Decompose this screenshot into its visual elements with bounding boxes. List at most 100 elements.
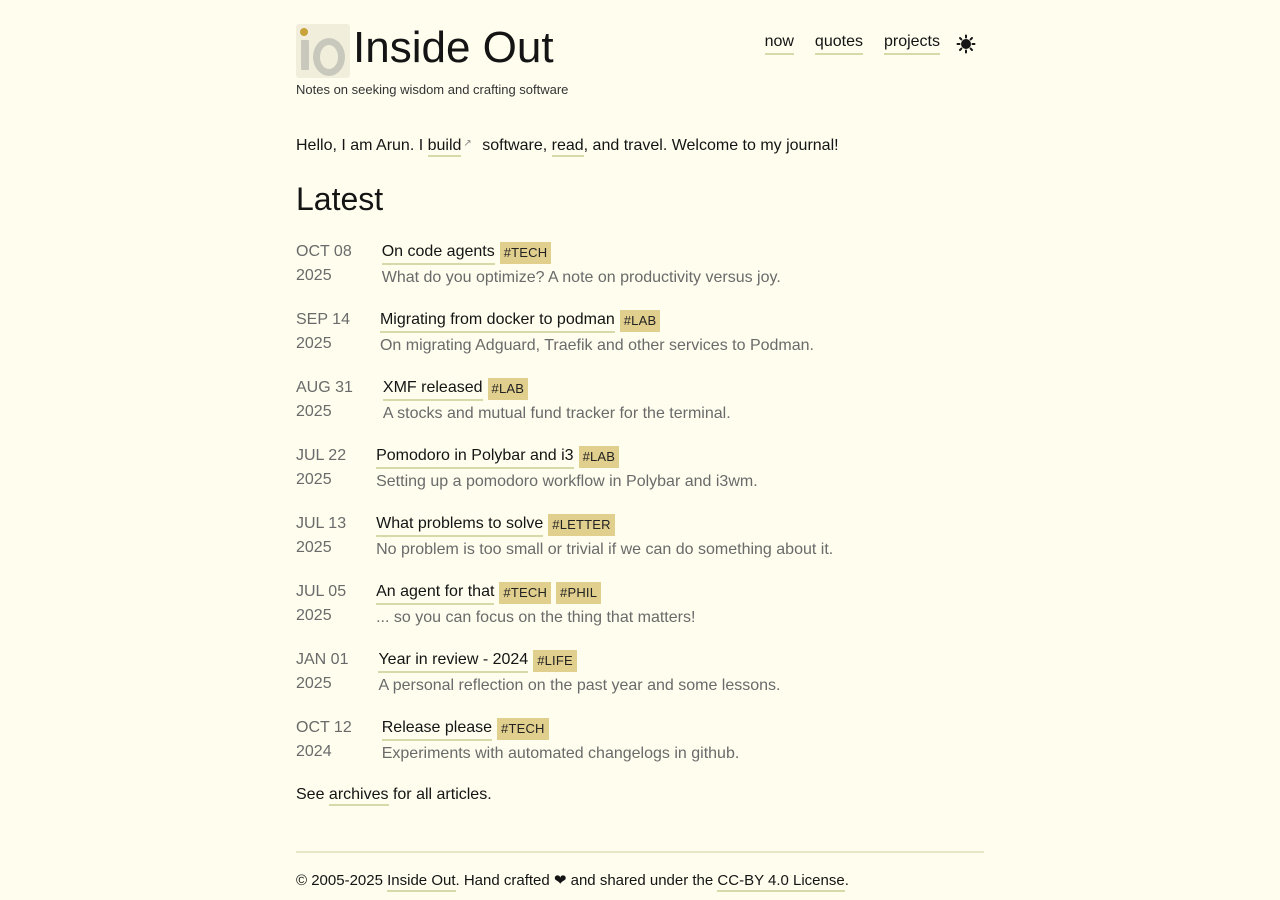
post-title-link[interactable]: Migrating from docker to podman: [379, 310, 615, 333]
post-tag[interactable]: #PHIL: [556, 582, 602, 604]
logo-letter-o: [313, 38, 345, 76]
logo-letter-i: [301, 40, 309, 70]
archives-line: See archives for all articles.: [296, 785, 492, 806]
post-item: JUL 05 2025 An agent for that #TECH #PHIL...…: [296, 580, 984, 648]
post-title-link[interactable]: XMF released: [382, 378, 483, 401]
post-tag[interactable]: #TECH: [497, 718, 549, 740]
post-date-month-day: JUL 22: [296, 447, 347, 464]
post-date-year: 2025: [296, 607, 332, 624]
archives-prefix: See: [296, 786, 329, 803]
site-title[interactable]: Inside Out: [353, 22, 554, 74]
footer-middle-text: . Hand crafted ❤ and shared under the: [455, 872, 718, 889]
post-item: JAN 01 2025 Year in review - 2024 #LIFE A pe…: [296, 648, 984, 716]
post-date: OCT 08 2025: [296, 240, 352, 308]
post-date-year: 2025: [296, 403, 332, 420]
post-tag[interactable]: #TECH: [499, 242, 552, 264]
post-description: ... so you can focus on the thing that m…: [376, 609, 696, 626]
post-title-link[interactable]: What problems to solve: [376, 514, 544, 537]
post-tag[interactable]: #LETTER: [548, 514, 615, 536]
post-item: JUL 22 2025 Pomodoro in Polybar and i3 #LAB…: [296, 444, 984, 512]
post-date-month-day: JUL 05: [296, 583, 347, 600]
post-body: XMF released #LAB A stocks and mutual fund…: [382, 376, 731, 444]
intro-suffix: , and travel. Welcome to my journal!: [583, 137, 839, 154]
post-date: JUL 13 2025: [296, 512, 346, 580]
post-title-row: On code agents #TECH: [381, 240, 781, 266]
build-link[interactable]: build: [427, 137, 462, 157]
post-body: An agent for that #TECH #PHIL ... so you ca…: [376, 580, 695, 648]
post-title-row: Year in review - 2024 #LIFE: [378, 648, 780, 674]
external-link-icon: ↗: [463, 138, 472, 149]
theme-toggle-button[interactable]: [956, 34, 976, 54]
post-tag[interactable]: #LAB: [487, 378, 529, 400]
post-title-link[interactable]: An agent for that: [376, 582, 495, 605]
post-title-row: XMF released #LAB: [382, 376, 731, 402]
intro-text: Hello, I am Arun. I build ↗ software, rea…: [296, 134, 839, 157]
post-description: A stocks and mutual fund tracker for the…: [382, 405, 731, 422]
logo-dot: [300, 28, 308, 36]
nav-link-quotes[interactable]: quotes: [814, 32, 863, 55]
post-title-row: Release please #TECH: [381, 716, 740, 742]
site-logo[interactable]: [296, 24, 350, 78]
post-title-link[interactable]: Release please: [381, 718, 493, 741]
post-date-month-day: OCT 12: [296, 719, 352, 736]
post-body: Release please #TECH Experiments with auto…: [381, 716, 740, 784]
post-date-year: 2025: [296, 335, 332, 352]
post-date-year: 2025: [296, 675, 332, 692]
post-title-row: What problems to solve #LETTER: [376, 512, 833, 538]
post-body: Year in review - 2024 #LIFE A personal ref…: [378, 648, 780, 716]
post-date-month-day: JUL 13: [296, 515, 347, 532]
footer-suffix: .: [844, 872, 849, 889]
sun-icon: [956, 34, 976, 53]
post-body: Migrating from docker to podman #LAB On mi…: [379, 308, 814, 376]
main-nav: now quotes projects: [764, 32, 976, 55]
post-item: AUG 31 2025 XMF released #LAB A stocks and m…: [296, 376, 984, 444]
footer-divider: [296, 851, 984, 853]
post-date-year: 2025: [296, 267, 332, 284]
post-title-row: Migrating from docker to podman #LAB: [379, 308, 814, 334]
archives-link[interactable]: archives: [328, 786, 389, 806]
footer-site-link[interactable]: Inside Out: [387, 872, 456, 892]
read-link[interactable]: read: [551, 137, 584, 157]
post-title-link[interactable]: Year in review - 2024: [378, 650, 529, 673]
post-title-link[interactable]: On code agents: [381, 242, 495, 265]
post-date: OCT 12 2024: [296, 716, 352, 784]
post-body: What problems to solve #LETTER No problem …: [376, 512, 833, 580]
post-description: What do you optimize? A note on producti…: [381, 269, 781, 286]
post-item: OCT 08 2025 On code agents #TECH What do you…: [296, 240, 984, 308]
post-tag[interactable]: #LIFE: [533, 650, 577, 672]
intro-prefix: Hello, I am Arun. I: [296, 137, 428, 154]
post-list: OCT 08 2025 On code agents #TECH What do you…: [296, 240, 984, 784]
post-body: On code agents #TECH What do you optimize?…: [381, 240, 781, 308]
post-item: JUL 13 2025 What problems to solve #LETTER N…: [296, 512, 984, 580]
post-description: On migrating Adguard, Traefik and other …: [379, 337, 814, 354]
post-date-year: 2025: [296, 471, 332, 488]
post-title-row: An agent for that #TECH #PHIL: [376, 580, 695, 606]
post-date-month-day: JAN 01: [296, 651, 349, 668]
post-description: Setting up a pomodoro workflow in Polyba…: [376, 473, 758, 490]
post-item: OCT 12 2024 Release please #TECH Experiments…: [296, 716, 984, 784]
post-title-link[interactable]: Pomodoro in Polybar and i3: [376, 446, 574, 469]
post-description: A personal reflection on the past year a…: [378, 677, 781, 694]
post-tag[interactable]: #LAB: [578, 446, 620, 468]
site-tagline: Notes on seeking wisdom and crafting sof…: [296, 82, 569, 97]
post-date: SEP 14 2025: [296, 308, 350, 376]
nav-link-now[interactable]: now: [764, 32, 794, 55]
post-date: JAN 01 2025: [296, 648, 348, 716]
site-header: Inside Out Notes on seeking wisdom and c…: [296, 22, 984, 100]
post-date: AUG 31 2025: [296, 376, 353, 444]
post-date-month-day: OCT 08: [296, 243, 352, 260]
post-title-row: Pomodoro in Polybar and i3 #LAB: [376, 444, 758, 470]
page: Inside Out Notes on seeking wisdom and c…: [296, 0, 984, 900]
post-tag[interactable]: #LAB: [619, 310, 661, 332]
nav-link-projects[interactable]: projects: [883, 32, 940, 55]
post-date-month-day: AUG 31: [296, 379, 353, 396]
post-date: JUL 22 2025: [296, 444, 346, 512]
license-link[interactable]: CC-BY 4.0 License: [717, 872, 845, 892]
post-date-month-day: SEP 14: [296, 311, 350, 328]
post-description: Experiments with automated changelogs in…: [381, 745, 740, 762]
post-item: SEP 14 2025 Migrating from docker to podma…: [296, 308, 984, 376]
post-description: No problem is too small or trivial if we…: [376, 541, 834, 558]
site-footer: © 2005-2025 Inside Out. Hand crafted ❤ a…: [296, 871, 849, 892]
intro-middle: software,: [477, 137, 552, 154]
post-tag[interactable]: #TECH: [499, 582, 552, 604]
